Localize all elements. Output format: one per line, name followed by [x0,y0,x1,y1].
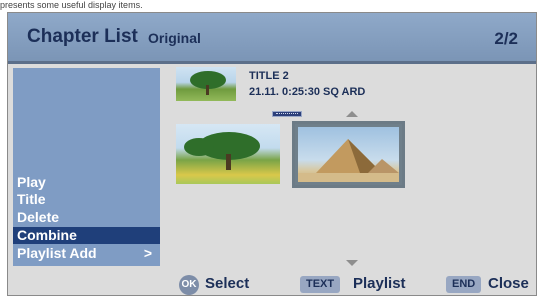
header-bar: Chapter List Original 2/2 [8,13,536,64]
chapter-thumbnail-2[interactable] [292,121,405,188]
scroll-up-icon[interactable] [346,111,358,117]
page-title: Chapter List [27,26,138,47]
select-label: Select [205,275,250,292]
pyramid-icon [298,139,399,182]
text-key-icon[interactable]: TEXT [300,276,341,293]
end-key-icon[interactable]: END [446,276,482,293]
tree-trunk-shape [206,85,209,95]
film-strip-icon [272,111,302,117]
title-details: 21.11. 0:25:30 SQ ARD [249,86,366,98]
page-number: 2/2 [494,29,518,48]
tree-trunk-shape [226,154,231,170]
menu-item-playlist-add[interactable]: Playlist Add > [13,245,160,262]
pyramid-image [298,127,399,182]
title-thumbnail [176,67,236,101]
page-subtitle: Original [148,30,201,46]
side-menu: Play Title Delete Combine Playlist Add > [13,68,160,266]
close-label: Close [488,275,529,292]
tree-canopy-shape [184,138,214,156]
menu-item-play[interactable]: Play [13,174,160,191]
title-label: TITLE 2 [249,70,289,82]
ok-button-icon[interactable]: OK [179,275,199,295]
chevron-right-icon: > [143,245,152,261]
menu-item-title[interactable]: Title [13,191,160,208]
scroll-down-icon[interactable] [346,260,358,266]
menu-item-playlist-add-label: Playlist Add [17,245,97,261]
playlist-label: Playlist [353,275,406,292]
chapter-thumbnail-1[interactable] [176,124,280,184]
menu-item-delete[interactable]: Delete [13,209,160,226]
menu-item-combine[interactable]: Combine [13,227,160,244]
top-caption: presents some useful display items. [0,0,143,10]
chapter-list-screen: Chapter List Original 2/2 Play Title Del… [7,12,537,296]
